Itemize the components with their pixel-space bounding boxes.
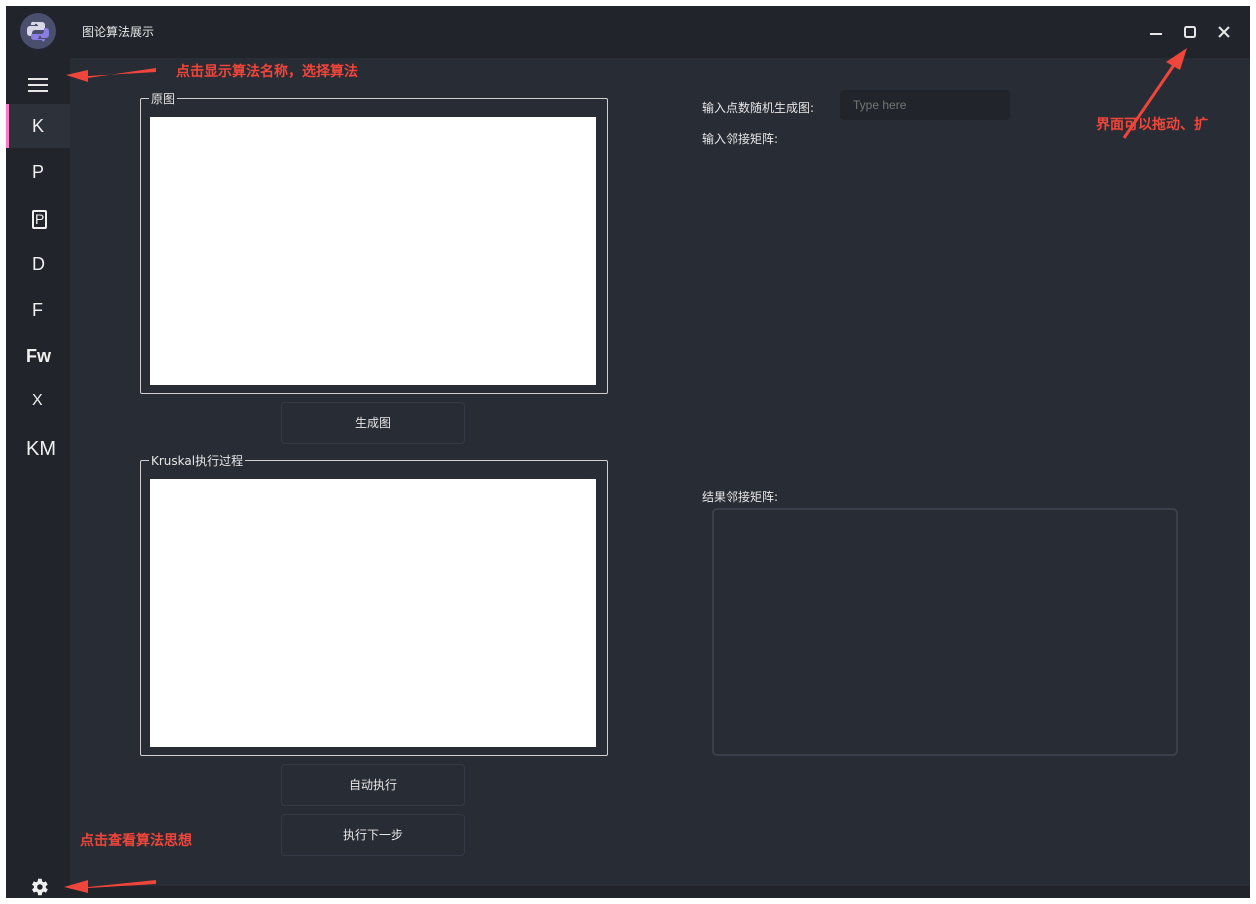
arrow-to-gear xyxy=(64,880,156,893)
settings-annotation: 点击查看算法思想 xyxy=(80,833,192,849)
annotation-arrows xyxy=(64,48,1187,893)
app-window: 图论算法展示 K P P D F Fw X KM 原图 生成图 Kruskal执… xyxy=(6,6,1250,898)
window-annotation: 界面可以拖动、扩 xyxy=(1096,117,1208,133)
menu-annotation: 点击显示算法名称，选择算法 xyxy=(176,64,358,80)
arrow-to-menu xyxy=(66,68,156,82)
